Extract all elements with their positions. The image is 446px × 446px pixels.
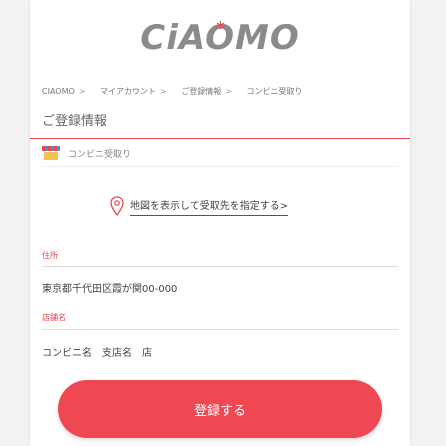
logo-star: * xyxy=(216,18,225,39)
page-title: ご登録情報 xyxy=(42,114,108,129)
store-name-value: コンビニ名 支店名 店 xyxy=(42,348,152,359)
breadcrumb-separator: > xyxy=(160,87,167,96)
address-label: 住所 xyxy=(42,251,58,260)
store-name-label: 店舗名 xyxy=(42,313,66,322)
breadcrumb-item-account[interactable]: マイアカウント xyxy=(100,87,156,96)
title-divider xyxy=(30,138,410,139)
map-select-link[interactable]: 地図を表示して受取先を指定する> xyxy=(110,196,289,216)
store-type-label: コンビニ受取り xyxy=(68,149,132,160)
breadcrumb-item-current: コンビニ受取り xyxy=(246,87,303,96)
breadcrumb-item-home[interactable]: CIAOMO xyxy=(42,87,75,96)
breadcrumb-separator: > xyxy=(225,87,232,96)
convenience-store-icon xyxy=(42,146,60,160)
logo-wordmark: iAOMO xyxy=(166,18,300,58)
address-divider xyxy=(42,266,398,267)
map-pin-icon xyxy=(110,196,124,216)
ciaomo-logo[interactable]: * CiAOMO xyxy=(30,18,410,58)
map-link-label[interactable]: 地図を表示して受取先を指定する> xyxy=(130,197,289,216)
store-name-divider xyxy=(42,329,398,330)
section-divider xyxy=(42,166,398,167)
register-button[interactable]: 登録する xyxy=(58,380,382,438)
store-type-row: コンビニ受取り xyxy=(42,143,131,163)
logo-first-letter: C xyxy=(140,18,167,58)
address-value: 東京都千代田区霞が関00-000 xyxy=(42,284,178,295)
breadcrumb-item-registered-info[interactable]: ご登録情報 xyxy=(181,87,221,96)
breadcrumb: CIAOMO > マイアカウント > ご登録情報 > コンビニ受取り xyxy=(42,86,402,97)
breadcrumb-separator: > xyxy=(78,87,86,96)
main-card: * CiAOMO CIAOMO > マイアカウント > ご登録情報 > コンビニ受取り… xyxy=(30,0,410,446)
